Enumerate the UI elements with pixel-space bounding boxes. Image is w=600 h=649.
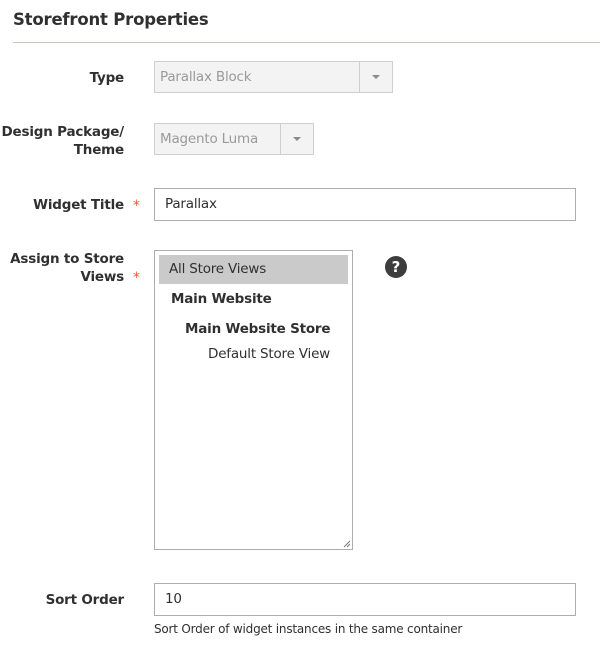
required-marker: * [133, 270, 140, 286]
store-views-label: Assign to Store Views [10, 250, 124, 286]
section-title: Storefront Properties [13, 10, 209, 29]
theme-label: Design Package/ Theme [1, 123, 125, 159]
widget-title-input[interactable]: Parallax [154, 188, 576, 221]
sort-order-label: Sort Order [45, 592, 125, 608]
theme-select[interactable]: Magento Luma [154, 123, 314, 155]
optgroup-main-website: Main Website [171, 291, 272, 307]
chevron-down-icon [372, 75, 380, 79]
section-divider [13, 42, 600, 43]
type-label: Type [89, 70, 125, 86]
type-select[interactable]: Parallax Block [154, 61, 393, 93]
chevron-down-icon [293, 137, 301, 141]
resize-grip-icon[interactable] [342, 539, 351, 548]
option-default-store-view[interactable]: Default Store View [208, 340, 330, 368]
type-select-toggle[interactable] [359, 62, 392, 92]
theme-select-toggle[interactable] [280, 124, 313, 154]
theme-select-value: Magento Luma [160, 131, 259, 147]
optgroup-main-website-store: Main Website Store [185, 321, 331, 337]
theme-label-line1: Design Package/ [1, 124, 125, 140]
widget-title-label: Widget Title [33, 197, 124, 213]
store-views-label-line1: Assign to Store [10, 251, 124, 267]
store-views-label-line2: Views [80, 269, 124, 285]
required-marker: * [133, 198, 140, 214]
store-views-multiselect[interactable]: All Store Views Main Website Main Websit… [154, 250, 353, 550]
sort-order-note: Sort Order of widget instances in the sa… [154, 622, 463, 636]
sort-order-input[interactable]: 10 [154, 583, 576, 616]
type-select-value: Parallax Block [160, 69, 252, 85]
option-all-store-views[interactable]: All Store Views [159, 255, 348, 284]
question-circle-icon[interactable]: ? [385, 256, 407, 278]
theme-label-line2: Theme [73, 142, 124, 158]
